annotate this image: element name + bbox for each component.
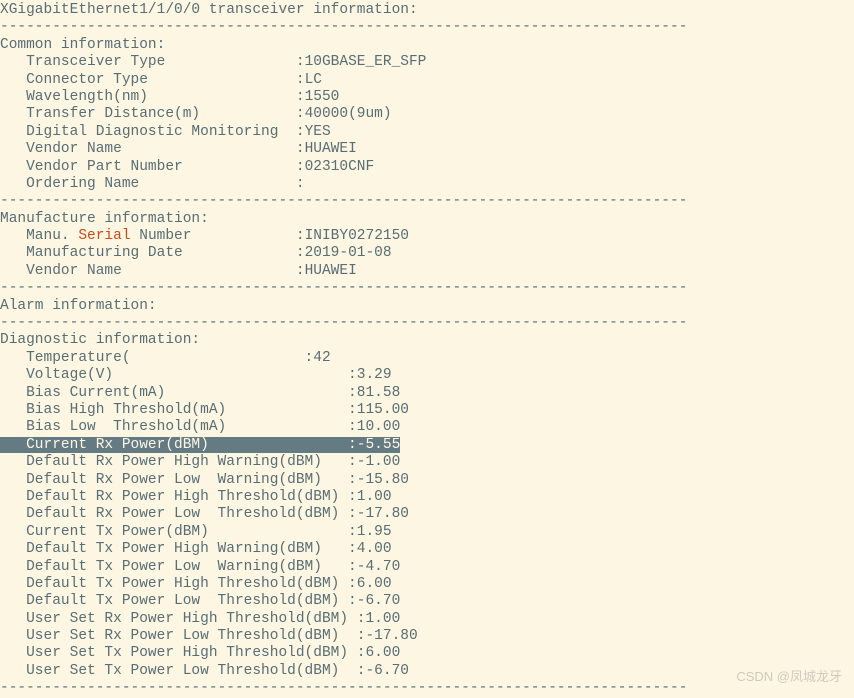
value-temperature: 42 <box>313 350 330 366</box>
value-transfer-distance: 40000(9um) <box>305 106 392 122</box>
value-bias-current: 81.58 <box>357 385 401 401</box>
label-transfer-distance: Transfer Distance(m) : <box>0 106 305 122</box>
value-user-tx-low: -6.70 <box>365 663 409 679</box>
separator: ----------------------------------------… <box>0 315 687 331</box>
separator: ----------------------------------------… <box>0 680 687 696</box>
value-tx-low-thresh: -6.70 <box>357 593 401 609</box>
section-alarm-header: Alarm information: <box>0 298 157 314</box>
value-connector-type: LC <box>305 72 322 88</box>
value-serial: INIBY0272150 <box>305 228 409 244</box>
label-bias-low: Bias Low Threshold(mA) : <box>0 419 357 435</box>
label-transceiver-type: Transceiver Type : <box>0 54 305 70</box>
value-bias-low: 10.00 <box>357 419 401 435</box>
label-vendor-name: Vendor Name : <box>0 141 305 157</box>
page-title: XGigabitEthernet1/1/0/0 transceiver info… <box>0 2 418 18</box>
label-tx-current: Current Tx Power(dBM) : <box>0 524 357 540</box>
value-rx-high-thresh: 1.00 <box>357 489 392 505</box>
label-mfg-date: Manufacturing Date : <box>0 245 305 261</box>
value-user-rx-high: 1.00 <box>365 611 400 627</box>
separator: ----------------------------------------… <box>0 193 687 209</box>
label-connector-type: Connector Type : <box>0 72 305 88</box>
section-diag-header: Diagnostic information: <box>0 332 200 348</box>
value-mfg-vendor: HUAWEI <box>305 263 357 279</box>
label-wavelength: Wavelength(nm) : <box>0 89 305 105</box>
value-user-tx-high: 6.00 <box>365 645 400 661</box>
value-voltage: 3.29 <box>357 367 392 383</box>
label-bias-current: Bias Current(mA) : <box>0 385 357 401</box>
value-vendor-name: HUAWEI <box>305 141 357 157</box>
section-common-header: Common information: <box>0 37 165 53</box>
value-bias-high: 115.00 <box>357 402 409 418</box>
label-user-rx-low: User Set Rx Power Low Threshold(dBM) : <box>0 628 365 644</box>
label-tx-high-thresh: Default Tx Power High Threshold(dBM) : <box>0 576 357 592</box>
label-rx-current: Current Rx Power(dBM) : <box>0 437 357 453</box>
terminal-output: XGigabitEthernet1/1/0/0 transceiver info… <box>0 0 854 698</box>
value-mfg-date: 2019-01-08 <box>305 245 392 261</box>
selected-rx-power-row[interactable]: Current Rx Power(dBM) :-5.55 <box>0 437 400 453</box>
label-user-rx-high: User Set Rx Power High Threshold(dBM) : <box>0 611 365 627</box>
value-user-rx-low: -17.80 <box>365 628 417 644</box>
label-temperature: Temperature( : <box>0 350 313 366</box>
label-tx-low-warn: Default Tx Power Low Warning(dBM) : <box>0 559 357 575</box>
label-rx-low-thresh: Default Rx Power Low Threshold(dBM) : <box>0 506 357 522</box>
label-rx-low-warn: Default Rx Power Low Warning(dBM) : <box>0 472 357 488</box>
label-mfg-vendor: Vendor Name : <box>0 263 305 279</box>
value-transceiver-type: 10GBASE_ER_SFP <box>305 54 427 70</box>
value-tx-low-warn: -4.70 <box>357 559 401 575</box>
label-serial-suffix: Number : <box>131 228 305 244</box>
value-ddm: YES <box>305 124 331 140</box>
label-rx-high-thresh: Default Rx Power High Threshold(dBM) : <box>0 489 357 505</box>
label-tx-low-thresh: Default Tx Power Low Threshold(dBM) : <box>0 593 357 609</box>
label-user-tx-low: User Set Tx Power Low Threshold(dBM) : <box>0 663 365 679</box>
value-rx-current: -5.55 <box>357 437 401 453</box>
value-tx-current: 1.95 <box>357 524 392 540</box>
label-bias-high: Bias High Threshold(mA) : <box>0 402 357 418</box>
section-manufacture-header: Manufacture information: <box>0 211 209 227</box>
separator: ----------------------------------------… <box>0 19 687 35</box>
value-rx-low-thresh: -17.80 <box>357 506 409 522</box>
value-rx-low-warn: -15.80 <box>357 472 409 488</box>
label-ordering-name: Ordering Name : <box>0 176 305 192</box>
value-vendor-pn: 02310CNF <box>305 159 375 175</box>
label-ddm: Digital Diagnostic Monitoring : <box>0 124 305 140</box>
label-voltage: Voltage(V) : <box>0 367 357 383</box>
value-tx-high-warn: 4.00 <box>357 541 392 557</box>
label-serial-prefix: Manu. <box>0 228 78 244</box>
label-user-tx-high: User Set Tx Power High Threshold(dBM) : <box>0 645 365 661</box>
separator: ----------------------------------------… <box>0 280 687 296</box>
label-vendor-pn: Vendor Part Number : <box>0 159 305 175</box>
value-wavelength: 1550 <box>305 89 340 105</box>
value-tx-high-thresh: 6.00 <box>357 576 392 592</box>
label-rx-high-warn: Default Rx Power High Warning(dBM) : <box>0 454 357 470</box>
value-rx-high-warn: -1.00 <box>357 454 401 470</box>
highlight-serial-word: Serial <box>78 228 130 244</box>
label-tx-high-warn: Default Tx Power High Warning(dBM) : <box>0 541 357 557</box>
